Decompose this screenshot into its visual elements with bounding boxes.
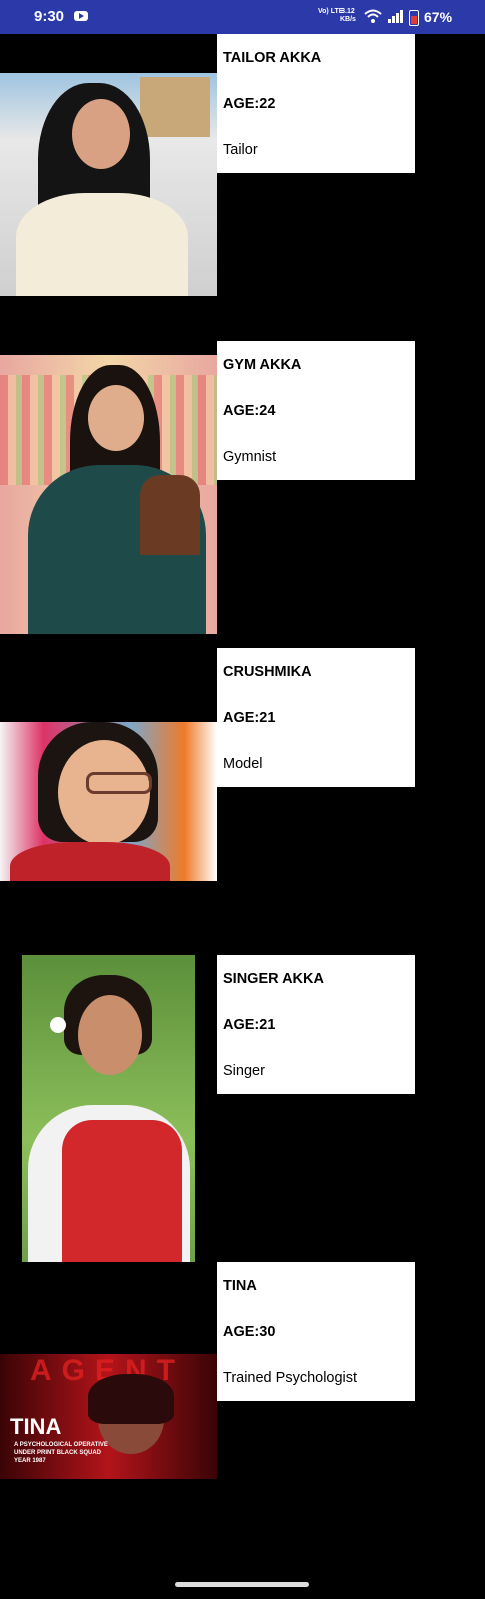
poster-line-1: A PSYCHOLOGICAL OPERATIVE [14, 1442, 108, 1448]
profile-card-5[interactable]: AGENT TINA A PSYCHOLOGICAL OPERATIVE UND… [0, 1262, 485, 1563]
profile-age: AGE:21 [223, 1017, 276, 1033]
profile-info: TAILOR AKKA AGE:22 Tailor [217, 34, 415, 173]
network-speed: 3.12 KB/s [340, 8, 356, 24]
network-speed-value: 3.12 [341, 8, 355, 15]
poster-line-3: YEAR 1987 [14, 1458, 46, 1464]
profile-info: SINGER AKKA AGE:21 Singer [217, 955, 415, 1094]
profile-photo: AGENT TINA A PSYCHOLOGICAL OPERATIVE UND… [0, 1354, 217, 1479]
profile-occupation: Gymnist [223, 449, 277, 465]
profile-occupation: Trained Psychologist [223, 1370, 358, 1386]
network-speed-unit: KB/s [340, 16, 356, 23]
battery-icon [409, 10, 419, 26]
profile-card-4[interactable]: SINGER AKKA AGE:21 Singer [0, 955, 485, 1262]
profile-name: TINA [223, 1278, 257, 1294]
profile-age: AGE:30 [223, 1324, 276, 1340]
profile-info: GYM AKKA AGE:24 Gymnist [217, 341, 415, 480]
profile-occupation: Model [223, 756, 263, 772]
status-time: 9:30 [34, 8, 65, 25]
profile-photo [0, 722, 217, 881]
profile-occupation: Singer [223, 1063, 265, 1079]
profile-photo [0, 355, 217, 634]
profile-age: AGE:24 [223, 403, 276, 419]
profile-info: TINA AGE:30 Trained Psychologist [217, 1262, 415, 1401]
wifi-icon [364, 9, 382, 23]
profile-photo [22, 955, 195, 1262]
profile-name: SINGER AKKA [223, 971, 324, 987]
profile-age: AGE:21 [223, 710, 276, 726]
profile-name: CRUSHMIKA [223, 664, 312, 680]
profile-name: GYM AKKA [223, 357, 302, 373]
profile-card-3[interactable]: CRUSHMIKA AGE:21 Model [0, 648, 485, 949]
profile-photo [0, 73, 217, 296]
profile-card-1[interactable]: TAILOR AKKA AGE:22 Tailor [0, 34, 485, 335]
youtube-notification-icon [74, 11, 88, 21]
poster-title-main: TINA [10, 1414, 62, 1439]
signal-icon [388, 10, 403, 23]
profile-occupation: Tailor [223, 142, 258, 158]
battery-percent: 67% [424, 9, 453, 25]
home-indicator[interactable] [175, 1582, 309, 1587]
profile-card-2[interactable]: GYM AKKA AGE:24 Gymnist [0, 341, 485, 642]
profile-age: AGE:22 [223, 96, 276, 112]
profile-info: CRUSHMIKA AGE:21 Model [217, 648, 415, 787]
poster-line-2: UNDER PRINT BLACK SQUAD [14, 1450, 101, 1456]
profile-name: TAILOR AKKA [223, 50, 322, 66]
status-bar: 9:30 Vo) LTE 3.12 KB/s 67% [0, 0, 485, 34]
